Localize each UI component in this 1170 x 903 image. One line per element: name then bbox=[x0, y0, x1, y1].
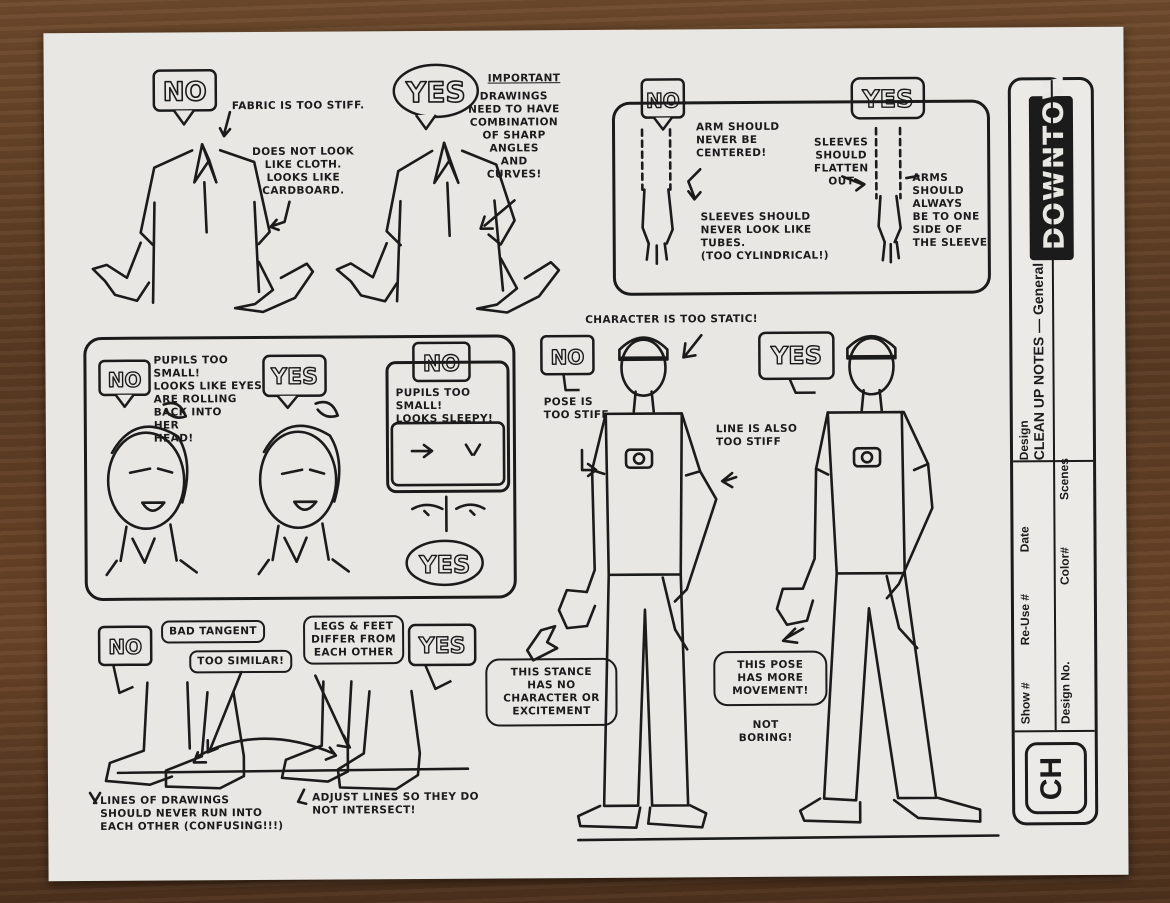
no-stamp-feet: NO bbox=[97, 625, 153, 695]
pupils-rolling-note: PUPILS TOO SMALL! LOOKS LIKE EYES ARE RO… bbox=[153, 354, 263, 445]
more-movement-note: THIS POSE HAS MORE MOVEMENT! bbox=[713, 650, 828, 707]
arm-centered-note: ARM SHOULD NEVER BE CENTERED! bbox=[695, 120, 780, 160]
adjust-lines-note: ADJUST LINES SO THEY DO NOT INTERSECT! bbox=[312, 790, 479, 817]
title-block: DOWNTOWN Design CLEAN UP NOTES — General… bbox=[1007, 43, 1099, 826]
pose-stiff-note: POSE IS TOO STIFF bbox=[543, 395, 610, 422]
yes-stamp-pose: YES bbox=[758, 331, 835, 394]
line-stiff-note: LINE IS ALSO TOO STIFF bbox=[715, 422, 798, 449]
lines-never-run-note: LINES OF DRAWINGS SHOULD NEVER RUN INTO … bbox=[100, 794, 284, 833]
design-label: Design bbox=[1016, 420, 1032, 461]
no-stamp-label: NO bbox=[163, 77, 207, 107]
color-label: Color# bbox=[1057, 547, 1072, 586]
no-character-note: THIS STANCE HAS NO CHARACTER OR EXCITEME… bbox=[485, 657, 618, 727]
yes-stamp-feet: YES bbox=[407, 623, 477, 691]
too-static-note: CHARACTER IS TOO STATIC! bbox=[585, 312, 759, 327]
design-no-label: Design No. bbox=[1058, 661, 1073, 725]
show-label: Show # bbox=[1018, 682, 1033, 725]
design-value: CLEAN UP NOTES — General bbox=[1029, 262, 1048, 461]
reuse-label: Re-Use # bbox=[1017, 593, 1033, 646]
show-code: CH bbox=[1034, 756, 1069, 801]
flatten-note: SLEEVES SHOULD FLATTEN OUT bbox=[813, 136, 869, 188]
yes-stamp-label: YES bbox=[770, 342, 822, 370]
cloth-note: DOES NOT LOOK LIKE CLOTH. LOOKS LIKE CAR… bbox=[252, 145, 355, 197]
legs-differ-label: LEGS & FEET DIFFER FROM EACH OTHER bbox=[302, 615, 405, 665]
yes-stamp-label: YES bbox=[405, 76, 466, 109]
not-boring-note: NOT BORING! bbox=[738, 718, 793, 745]
too-similar-label: TOO SIMILAR! bbox=[189, 649, 293, 674]
no-stamp-shirt: NO bbox=[152, 69, 218, 126]
date-label: Date bbox=[1017, 526, 1032, 553]
model-sheet: NO YES NO YES NO YES NO YES NO YES NO YE… bbox=[43, 26, 1129, 882]
fabric-note: FABRIC IS TOO STIFF. bbox=[231, 99, 365, 113]
pupils-sleepy-note: PUPILS TOO SMALL! LOOKS SLEEPY! bbox=[395, 386, 494, 426]
eyes-inner-panel bbox=[385, 360, 511, 494]
tube-note: SLEEVES SHOULD NEVER LOOK LIKE TUBES. (T… bbox=[700, 210, 830, 263]
no-stamp-label: NO bbox=[550, 345, 584, 369]
no-stamp-label: NO bbox=[108, 635, 142, 659]
no-stamp-pose: NO bbox=[540, 334, 595, 392]
scenes-label: Scenes bbox=[1057, 458, 1072, 501]
bad-tangent-label: BAD TANGENT bbox=[161, 619, 266, 644]
important-note: DRAWINGS NEED TO HAVE COMBINATION OF SHA… bbox=[468, 90, 560, 181]
yes-stamp-label: YES bbox=[418, 634, 466, 659]
important-label: IMPORTANT bbox=[487, 72, 561, 85]
brand-wordmark: DOWNTOWN bbox=[1036, 43, 1071, 251]
side-of-sleeve-note: ARMS SHOULD ALWAYS BE TO ONE SIDE OF THE… bbox=[912, 171, 988, 250]
